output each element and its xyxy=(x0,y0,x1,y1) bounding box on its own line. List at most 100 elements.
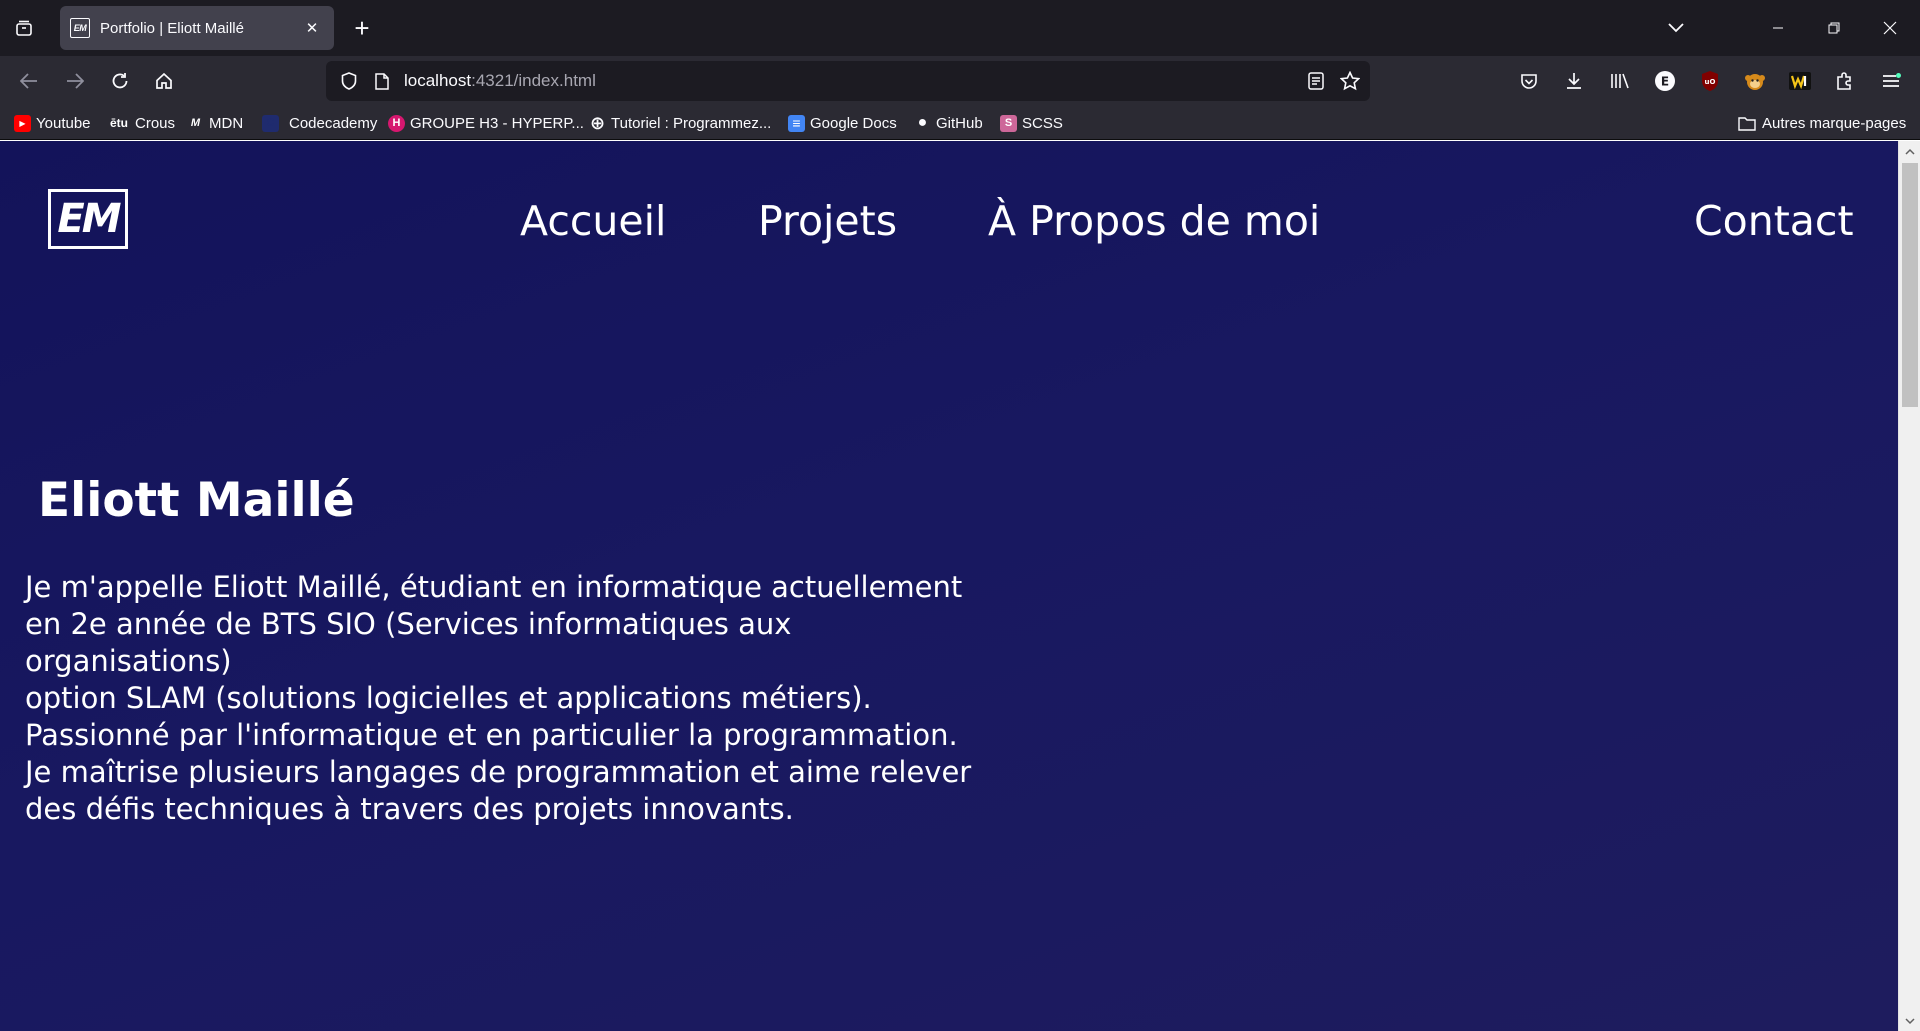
wappalyzer-button[interactable] xyxy=(1785,66,1815,96)
page-viewport: EM Accueil Projets À Propos de moi Conta… xyxy=(0,141,1898,1031)
tracking-protection-button[interactable] xyxy=(334,66,364,96)
nav-link-projets[interactable]: Projets xyxy=(758,197,897,245)
other-bookmarks-folder[interactable]: Autres marque-pages xyxy=(1738,111,1906,135)
page-scrollbar[interactable] xyxy=(1898,141,1920,1031)
forward-button[interactable] xyxy=(58,64,92,98)
globe-icon: ⊕ xyxy=(589,112,606,133)
bookmark-google-docs[interactable]: ≡ Google Docs xyxy=(788,111,897,135)
extension-e-button[interactable]: E xyxy=(1650,66,1680,96)
bookmark-tutoriel[interactable]: ⊕ Tutoriel : Programmez... xyxy=(589,111,771,135)
other-bookmarks-label: Autres marque-pages xyxy=(1762,114,1907,132)
tab-list-button[interactable] xyxy=(8,12,40,44)
page-icon xyxy=(375,72,389,90)
github-icon: ● xyxy=(917,114,928,131)
nav-link-a-propos[interactable]: À Propos de moi xyxy=(988,197,1320,245)
tab-portfolio[interactable]: EM Portfolio | Eliott Maillé ✕ xyxy=(60,6,334,50)
close-icon xyxy=(1883,21,1897,35)
new-tab-button[interactable]: + xyxy=(346,12,378,44)
window-minimize-button[interactable] xyxy=(1758,8,1798,48)
mdn-icon: M xyxy=(190,117,201,129)
monkey-icon xyxy=(1745,74,1765,90)
download-icon xyxy=(1567,73,1581,89)
nav-link-contact[interactable]: Contact xyxy=(1694,197,1854,245)
chevron-down-icon xyxy=(1668,23,1684,33)
pocket-icon xyxy=(1521,73,1537,89)
extension-e-icon: E xyxy=(1655,71,1675,91)
bookmark-crous[interactable]: ētu Crous xyxy=(108,111,175,135)
pocket-button[interactable] xyxy=(1514,66,1544,96)
arrow-right-icon xyxy=(67,73,84,89)
folder-icon xyxy=(1738,116,1756,131)
bookmark-label: SCSS xyxy=(1022,114,1063,132)
app-menu-button[interactable] xyxy=(1876,66,1906,96)
bookmark-label: Tutoriel : Programmez... xyxy=(611,114,772,132)
bookmark-label: Crous xyxy=(135,114,176,132)
tab-bar: EM Portfolio | Eliott Maillé ✕ + xyxy=(0,0,1920,56)
chevron-down-icon xyxy=(1905,1017,1915,1024)
bio-paragraph-1: Je m'appelle Eliott Maillé, étudiant en … xyxy=(25,570,963,678)
bookmark-label: GROUPE H3 - HYPERP... xyxy=(410,114,584,132)
star-icon xyxy=(1340,71,1360,91)
wappalyzer-icon xyxy=(1789,72,1811,90)
bookmark-label: MDN xyxy=(209,114,244,132)
scrollbar-thumb[interactable] xyxy=(1902,163,1918,407)
back-button[interactable] xyxy=(12,64,46,98)
bookmark-label: Google Docs xyxy=(810,114,897,132)
url-text[interactable]: localhost:4321/index.html xyxy=(404,71,596,91)
url-bar[interactable]: localhost:4321/index.html xyxy=(326,61,1370,101)
ublock-origin-button[interactable]: uO xyxy=(1695,66,1725,96)
svg-text:E: E xyxy=(1661,75,1669,89)
scroll-down-button[interactable] xyxy=(1899,1011,1920,1031)
bookmark-hyperplanning[interactable]: H GROUPE H3 - HYPERP... xyxy=(388,111,584,135)
hero-title: Eliott Maillé xyxy=(38,473,355,528)
bookmark-star-button[interactable] xyxy=(1336,67,1364,95)
bookmark-github[interactable]: ● GitHub xyxy=(914,111,983,135)
library-button[interactable] xyxy=(1605,66,1635,96)
bookmark-codecademy[interactable]: C Codecademy xyxy=(262,111,377,135)
bookmark-label: Codecademy xyxy=(289,114,378,132)
tab-favicon-icon: EM xyxy=(70,18,90,38)
window-restore-button[interactable] xyxy=(1814,8,1854,48)
reader-view-button[interactable] xyxy=(1302,67,1330,95)
url-path: :4321/index.html xyxy=(471,71,596,90)
downloads-button[interactable] xyxy=(1559,66,1589,96)
extensions-button[interactable] xyxy=(1830,66,1860,96)
tab-list-icon xyxy=(16,20,32,36)
reader-view-icon xyxy=(1308,72,1324,90)
bookmarks-toolbar: ▶ Youtube ētu Crous M MDN C Codecademy H… xyxy=(0,106,1920,140)
youtube-icon: ▶ xyxy=(14,114,31,132)
list-all-tabs-button[interactable] xyxy=(1660,12,1692,44)
tampermonkey-button[interactable] xyxy=(1740,66,1770,96)
arrow-left-icon xyxy=(20,73,37,89)
reload-button[interactable] xyxy=(103,64,137,98)
puzzle-icon xyxy=(1837,72,1851,90)
tab-close-button[interactable]: ✕ xyxy=(302,18,322,38)
window-close-button[interactable] xyxy=(1870,8,1910,48)
sass-icon: S xyxy=(1000,114,1017,132)
bookmark-scss[interactable]: S SCSS xyxy=(1000,111,1063,135)
bio-paragraph-2: option SLAM (solutions logicielles et ap… xyxy=(25,681,972,826)
ublock-origin-icon: uO xyxy=(1702,71,1718,91)
google-docs-icon: ≡ xyxy=(788,114,805,132)
bookmark-label: GitHub xyxy=(936,114,983,132)
shield-icon xyxy=(341,72,357,90)
chevron-up-icon xyxy=(1905,148,1915,155)
minimize-icon xyxy=(1773,27,1783,29)
home-icon xyxy=(156,72,172,89)
site-info-button[interactable] xyxy=(370,69,394,93)
url-host: localhost xyxy=(404,71,472,90)
browser-chrome: EM Portfolio | Eliott Maillé ✕ + localho… xyxy=(0,0,1920,140)
library-icon xyxy=(1611,73,1629,89)
navigation-toolbar: localhost:4321/index.html E uO xyxy=(0,56,1920,106)
site-logo[interactable]: EM xyxy=(48,189,128,249)
bookmark-mdn[interactable]: M MDN xyxy=(187,111,243,135)
tab-title: Portfolio | Eliott Maillé xyxy=(100,19,244,37)
reload-icon xyxy=(112,73,128,89)
nav-link-accueil[interactable]: Accueil xyxy=(520,197,666,245)
hero-bio: Je m'appelle Eliott Maillé, étudiant en … xyxy=(25,569,985,828)
scroll-up-button[interactable] xyxy=(1899,141,1920,161)
hyperplanning-icon: H xyxy=(388,114,405,132)
home-button[interactable] xyxy=(147,64,181,98)
bookmark-youtube[interactable]: ▶ Youtube xyxy=(14,111,91,135)
bookmark-label: Youtube xyxy=(36,114,91,132)
